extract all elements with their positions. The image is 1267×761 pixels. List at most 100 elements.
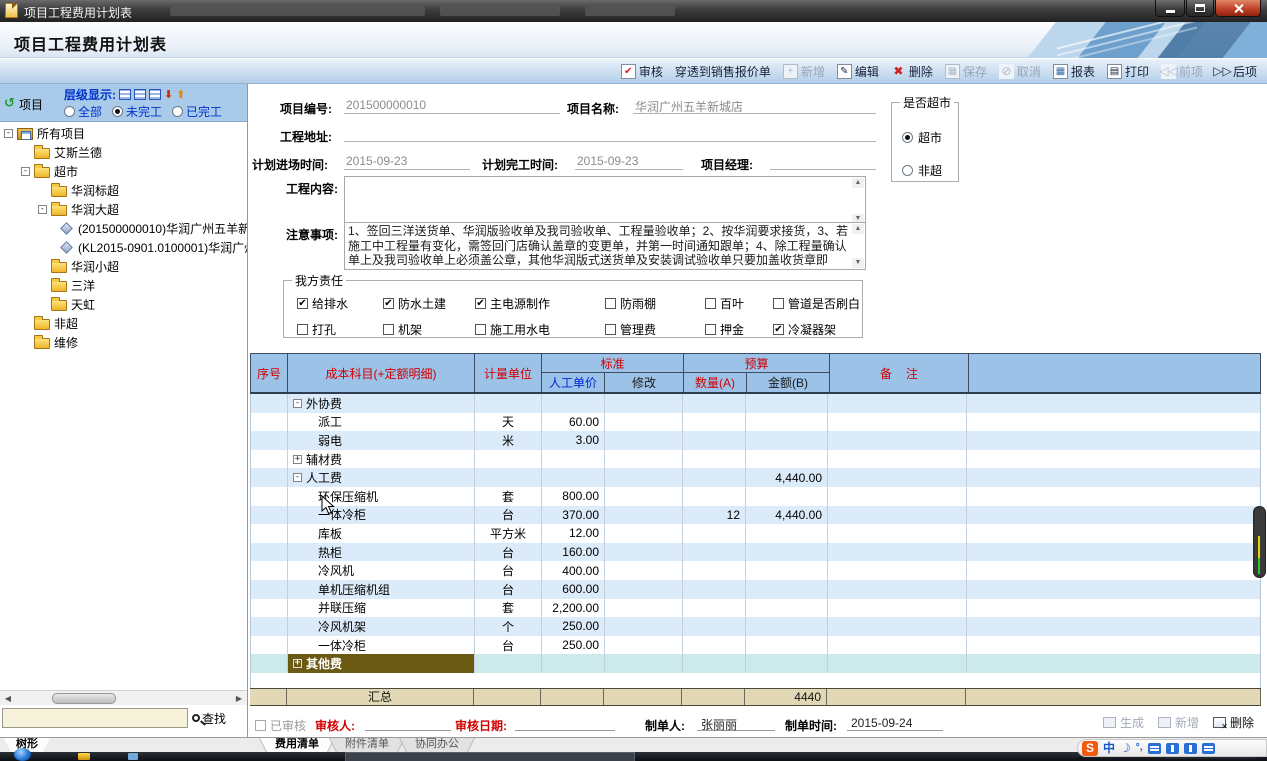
taskbar-app-icon[interactable]: [128, 753, 138, 760]
table-row[interactable]: 环保压缩机套800.00: [251, 487, 1260, 506]
checkbox-给排水[interactable]: ✔给排水: [297, 295, 383, 312]
tree-node[interactable]: -超市: [0, 162, 247, 181]
tab-协同办公[interactable]: 协同办公: [400, 738, 474, 752]
tree-node[interactable]: (201500000010)华润广州五羊新城店: [0, 219, 247, 238]
content-textarea[interactable]: ▲ ▼: [344, 176, 866, 226]
table-row[interactable]: 库板平方米12.00: [251, 524, 1260, 543]
toolbar-报表-button[interactable]: ▦报表: [1053, 63, 1095, 80]
taskbar-folder-icon[interactable]: [78, 753, 90, 760]
sort-asc-icon[interactable]: ⬆: [176, 88, 185, 101]
table-row[interactable]: +其他费: [251, 654, 1260, 673]
checkbox-打孔[interactable]: 打孔: [297, 321, 383, 338]
table-row[interactable]: 冷风机架个250.00: [251, 617, 1260, 636]
start-button[interactable]: [14, 748, 31, 761]
checkbox-押金[interactable]: 押金: [705, 321, 773, 338]
table-row[interactable]: 一体冷柜台370.00124,440.00: [251, 506, 1260, 525]
minimize-button[interactable]: [1155, 0, 1185, 17]
project-name-value[interactable]: 华润广州五羊新城店: [633, 98, 876, 114]
table-row[interactable]: 派工天60.00: [251, 413, 1260, 432]
grid-view-2-icon[interactable]: [134, 89, 146, 100]
search-button[interactable]: 查找: [192, 710, 226, 727]
checkbox-防雨棚[interactable]: 防雨棚: [605, 295, 705, 312]
checkbox-防水土建[interactable]: ✔防水土建: [383, 295, 475, 312]
tree-node[interactable]: (KL2015-0901.0100001)华润广州五羊新城店: [0, 238, 247, 257]
expander-icon[interactable]: -: [293, 399, 302, 408]
tree-node[interactable]: -所有项目: [0, 124, 247, 143]
checkbox-主电源制作[interactable]: ✔主电源制作: [475, 295, 605, 312]
sort-desc-icon[interactable]: ⬇: [164, 88, 173, 101]
tree-node[interactable]: -华润大超: [0, 200, 247, 219]
moon-icon[interactable]: ☽: [1118, 740, 1132, 756]
keyboard-icon[interactable]: [1148, 743, 1161, 754]
toolbar-打印-button[interactable]: ▤打印: [1107, 63, 1149, 80]
close-button[interactable]: [1215, 0, 1261, 17]
tree-node[interactable]: 维修: [0, 333, 247, 352]
maximize-button[interactable]: [1186, 0, 1214, 17]
sogou-logo-icon[interactable]: S: [1082, 741, 1098, 756]
tree-node[interactable]: 天虹: [0, 295, 247, 314]
plan-end-value[interactable]: 2015-09-23: [575, 154, 683, 170]
scroll-up-icon[interactable]: ▲: [852, 178, 864, 188]
tree-node[interactable]: 艾斯兰德: [0, 143, 247, 162]
scrollbar-thumb[interactable]: [52, 693, 116, 704]
checkbox-冷凝器架[interactable]: ✔冷凝器架: [773, 321, 862, 338]
radio-超市[interactable]: 超市: [902, 129, 942, 146]
table-row[interactable]: -外协费: [251, 394, 1260, 413]
audited-checkbox[interactable]: 已审核: [255, 717, 306, 734]
table-row[interactable]: 一体冷柜台250.00: [251, 636, 1260, 655]
checkbox-施工用水电[interactable]: 施工用水电: [475, 321, 605, 338]
expander-icon[interactable]: -: [38, 205, 47, 214]
toolbar-穿透到销售报价单-button[interactable]: 穿透到销售报价单: [675, 63, 771, 80]
project-no-value[interactable]: 201500000010: [344, 98, 560, 114]
tree-node[interactable]: 三洋: [0, 276, 247, 295]
search-input[interactable]: [2, 708, 188, 728]
table-row[interactable]: 弱电米3.00: [251, 431, 1260, 450]
scroll-right-icon[interactable]: ▶: [233, 693, 245, 704]
tree-node[interactable]: 非超: [0, 314, 247, 333]
table-row[interactable]: 热柜台160.00: [251, 543, 1260, 562]
checkbox-机架[interactable]: 机架: [383, 321, 475, 338]
manager-value[interactable]: [770, 154, 876, 170]
tree-horizontal-scrollbar[interactable]: ◀ ▶: [0, 690, 247, 705]
expander-icon[interactable]: +: [293, 659, 302, 668]
toolbar-后项-button[interactable]: ▷▷后项: [1215, 63, 1257, 80]
scroll-left-icon[interactable]: ◀: [2, 693, 14, 704]
taskbar-active-app[interactable]: [345, 752, 635, 761]
windows-taskbar[interactable]: [0, 752, 1267, 761]
maker-value[interactable]: 张丽丽: [697, 716, 775, 731]
table-row[interactable]: 并联压缩套2,200.00: [251, 599, 1260, 618]
expander-icon[interactable]: +: [293, 455, 302, 464]
scroll-down-icon[interactable]: ▼: [852, 258, 864, 268]
grid-view-1-icon[interactable]: [119, 89, 131, 100]
checkbox-管理费[interactable]: 管理费: [605, 321, 705, 338]
expander-icon[interactable]: -: [4, 129, 13, 138]
grid-view-3-icon[interactable]: [149, 89, 161, 100]
make-time-value[interactable]: 2015-09-24: [847, 716, 943, 731]
删除-button[interactable]: 删除: [1213, 714, 1254, 731]
punctuation-icon[interactable]: °,: [1136, 741, 1143, 755]
toolbox-icon[interactable]: [1202, 743, 1215, 754]
audit-date-value[interactable]: [515, 716, 615, 731]
table-row[interactable]: 冷风机台400.00: [251, 561, 1260, 580]
filter-已完工[interactable]: 已完工: [172, 103, 222, 120]
checkbox-百叶[interactable]: 百叶: [705, 295, 773, 312]
handwriting-icon[interactable]: [1166, 743, 1179, 754]
tab-附件清单[interactable]: 附件清单: [330, 738, 404, 752]
radio-非超[interactable]: 非超: [902, 162, 942, 179]
filter-全部[interactable]: 全部: [64, 103, 102, 120]
notes-textarea[interactable]: 1、签回三洋送货单、华润版验收单及我司验收单、工程量验收单；2、按华润要求接货，…: [344, 222, 866, 270]
toolbar-审核-button[interactable]: ✔审核: [621, 63, 663, 80]
expander-icon[interactable]: -: [21, 167, 30, 176]
tree-node[interactable]: 华润小超: [0, 257, 247, 276]
plan-start-value[interactable]: 2015-09-23: [344, 154, 470, 170]
chinese-mode-icon[interactable]: 中: [1103, 741, 1115, 755]
toolbar-编辑-button[interactable]: ✎编辑: [837, 63, 879, 80]
table-row[interactable]: -人工费4,440.00: [251, 468, 1260, 487]
tree-node[interactable]: 华润标超: [0, 181, 247, 200]
table-row[interactable]: 单机压缩机组台600.00: [251, 580, 1260, 599]
auditor-value[interactable]: [365, 716, 451, 731]
filter-未完工[interactable]: 未完工: [112, 103, 162, 120]
scroll-up-icon[interactable]: ▲: [852, 224, 864, 234]
address-value[interactable]: [344, 126, 876, 142]
toolbar-删除-button[interactable]: ✖删除: [891, 63, 933, 80]
